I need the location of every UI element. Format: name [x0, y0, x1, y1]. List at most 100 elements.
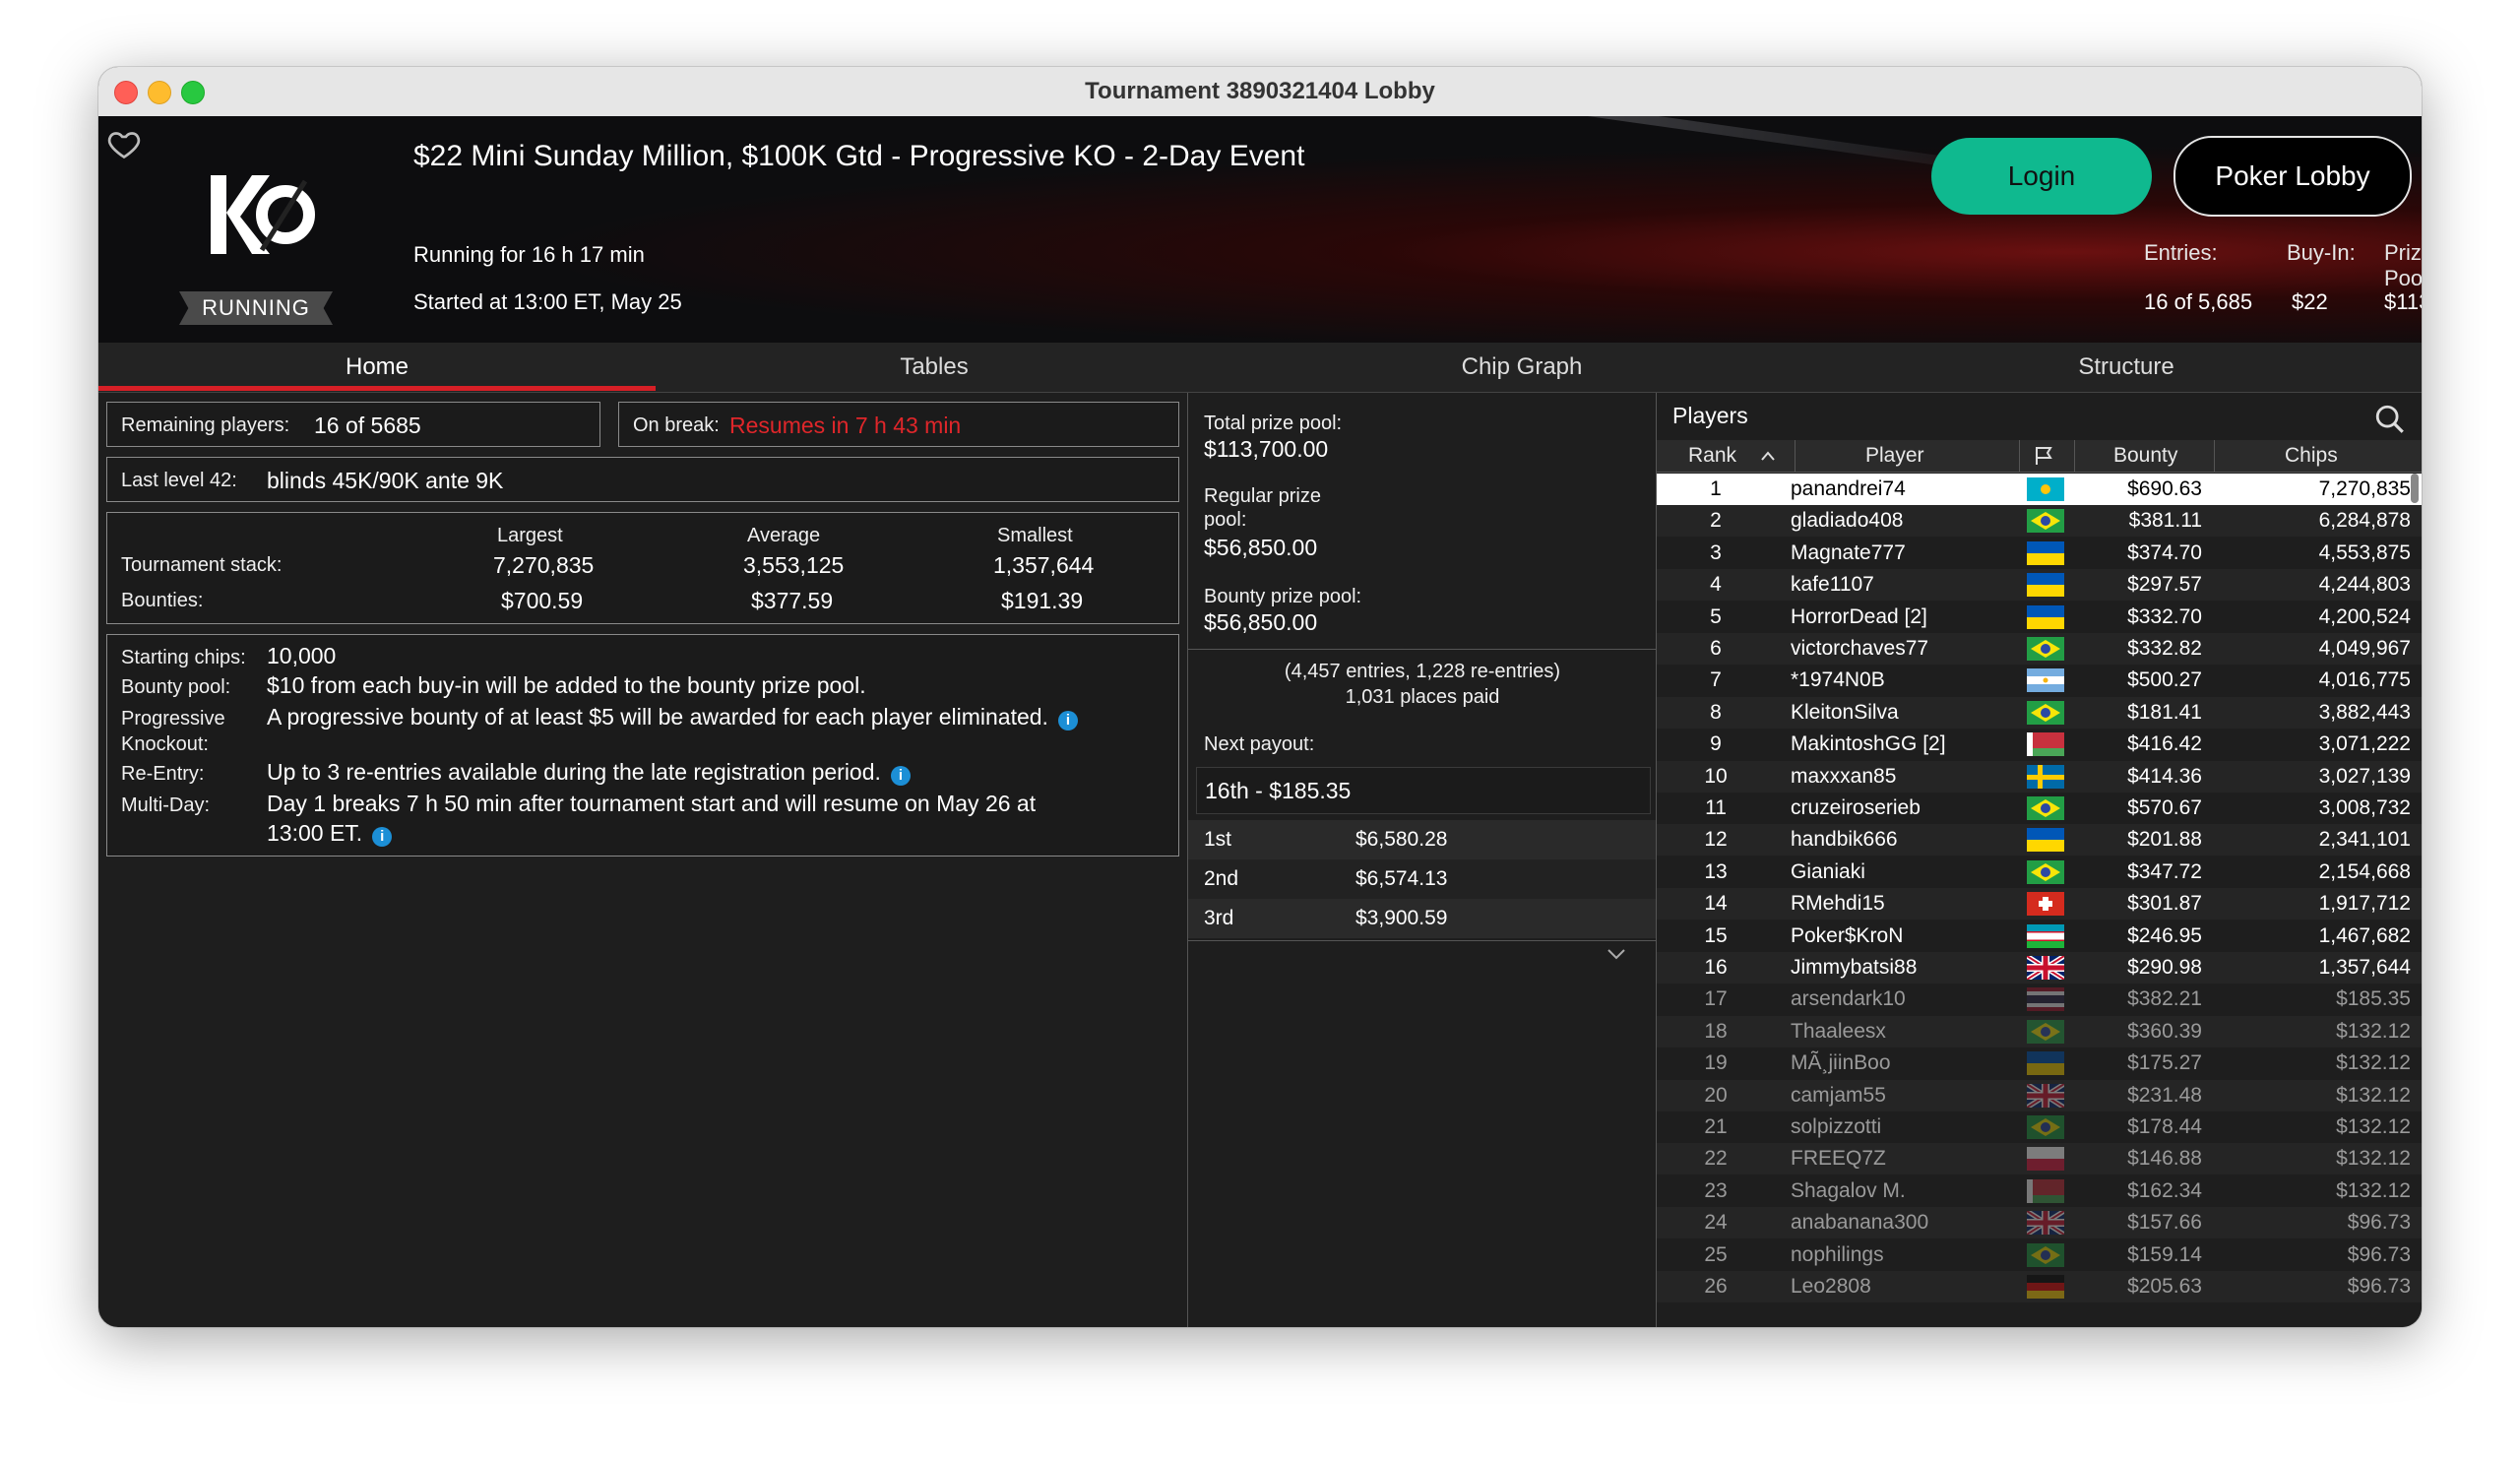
minimize-window-button[interactable] [148, 81, 171, 104]
player-bounty: $246.95 [2127, 923, 2202, 947]
tab-home[interactable]: Home [98, 343, 656, 392]
pko-value: A progressive bounty of at least $5 will… [267, 704, 1048, 730]
country-flag-icon [2027, 509, 2064, 534]
player-rank: 25 [1704, 1242, 1728, 1266]
last-level-value: blinds 45K/90K ante 9K [267, 468, 504, 493]
player-row[interactable]: 14 RMehdi15 $301.87 1,917,712 [1657, 888, 2422, 920]
flag-column-icon[interactable] [2033, 445, 2054, 467]
player-row[interactable]: 13 Gianiaki $347.72 2,154,668 [1657, 856, 2422, 888]
player-row[interactable]: 8 KleitonSilva $181.41 3,882,443 [1657, 696, 2422, 729]
country-flag-icon [2027, 1147, 2064, 1172]
col-rank[interactable]: Rank [1688, 440, 1736, 472]
player-row[interactable]: 20 camjam55 $231.48 $132.12 [1657, 1079, 2422, 1111]
favorite-heart-icon[interactable] [106, 126, 142, 161]
player-row[interactable]: 18 Thaaleesx $360.39 $132.12 [1657, 1015, 2422, 1047]
player-row[interactable]: 25 nophilings $159.14 $96.73 [1657, 1238, 2422, 1271]
last-level-box: Last level 42: blinds 45K/90K ante 9K [106, 457, 1179, 502]
player-row[interactable]: 19 MÃ¸jiinBoo $175.27 $132.12 [1657, 1047, 2422, 1080]
multiday-info-icon[interactable]: i [372, 826, 393, 847]
search-icon[interactable] [2373, 403, 2407, 436]
country-flag-icon [2027, 923, 2064, 948]
player-row[interactable]: 5 HorrorDead [2] $332.70 4,200,524 [1657, 601, 2422, 633]
player-bounty: $201.88 [2127, 828, 2202, 852]
player-row[interactable]: 17 arsendark10 $382.21 $185.35 [1657, 984, 2422, 1016]
bounty-label: Bounties: [121, 590, 204, 611]
players-scrollbar[interactable] [2411, 474, 2419, 503]
tab-chip-graph[interactable]: Chip Graph [1213, 343, 1831, 392]
player-rank: 21 [1704, 1115, 1728, 1138]
player-row[interactable]: 4 kafe1107 $297.57 4,244,803 [1657, 569, 2422, 602]
chevron-down-icon[interactable] [1606, 946, 1627, 962]
sort-asc-icon[interactable] [1759, 448, 1777, 464]
player-name: victorchaves77 [1791, 637, 1929, 660]
player-chips: 6,284,878 [2318, 509, 2411, 533]
break-status-box: On break: Resumes in 7 h 43 min [618, 402, 1179, 447]
payout-amount: $6,574.13 [1355, 867, 1448, 890]
player-chips: $132.12 [2336, 1115, 2411, 1138]
player-rank: 23 [1704, 1178, 1728, 1202]
lobby-tabs: Home Tables Chip Graph Structure [98, 343, 2422, 393]
player-row[interactable]: 23 Shagalov M. $162.34 $132.12 [1657, 1174, 2422, 1207]
player-rank: 3 [1710, 540, 1722, 564]
player-name: Leo2808 [1791, 1275, 1871, 1298]
player-name: *1974N0B [1791, 668, 1885, 692]
player-row[interactable]: 7 *1974N0B $500.27 4,016,775 [1657, 665, 2422, 697]
bounty-average: $377.59 [751, 588, 834, 613]
player-row[interactable]: 12 handbik666 $201.88 2,341,101 [1657, 824, 2422, 857]
player-row[interactable]: 1 panandrei74 $690.63 7,270,835 [1657, 474, 2422, 505]
player-row[interactable]: 11 cruzeiroserieb $570.67 3,008,732 [1657, 793, 2422, 824]
multiday-value-line2: 13:00 ET. [267, 820, 363, 846]
start-time: Started at 13:00 ET, May 25 [413, 289, 682, 314]
tab-structure[interactable]: Structure [1831, 343, 2422, 392]
player-rank: 14 [1704, 892, 1728, 916]
player-bounty: $381.11 [2128, 509, 2202, 533]
zoom-window-button[interactable] [181, 81, 205, 104]
players-panel: Players Rank Player Bounty Chips 1 panand… [1656, 393, 2422, 1327]
player-row[interactable]: 21 solpizzotti $178.44 $132.12 [1657, 1111, 2422, 1143]
total-prize-value: $113,700.00 [1204, 436, 1329, 462]
player-name: Gianiaki [1791, 859, 1865, 883]
col-bounty[interactable]: Bounty [2113, 440, 2177, 472]
player-rank: 6 [1710, 637, 1722, 660]
player-bounty: $414.36 [2127, 764, 2202, 788]
entries-value: 16 of 5,685 [2144, 289, 2253, 314]
poker-lobby-button[interactable]: Poker Lobby [2174, 136, 2412, 217]
multiday-label: Multi-Day: [121, 794, 211, 816]
col-player[interactable]: Player [1865, 440, 1924, 472]
entries-label: Entries: [2144, 240, 2218, 265]
player-row[interactable]: 15 Poker$KroN $246.95 1,467,682 [1657, 920, 2422, 952]
last-level-label: Last level 42: [121, 470, 237, 491]
player-rank: 10 [1704, 764, 1728, 788]
pko-label-line1: Progressive [121, 708, 225, 730]
col-chips[interactable]: Chips [2285, 440, 2338, 472]
player-bounty: $332.82 [2127, 637, 2202, 660]
player-row[interactable]: 22 FREEQ7Z $146.88 $132.12 [1657, 1143, 2422, 1175]
starting-chips-label: Starting chips: [121, 647, 246, 668]
player-row[interactable]: 6 victorchaves77 $332.82 4,049,967 [1657, 633, 2422, 665]
pko-info-icon[interactable]: i [1057, 710, 1078, 730]
player-row[interactable]: 16 Jimmybatsi88 $290.98 1,357,644 [1657, 952, 2422, 984]
break-label: On break: [633, 414, 720, 436]
prize-divider [1188, 649, 1657, 650]
player-row[interactable]: 26 Leo2808 $205.63 $96.73 [1657, 1271, 2422, 1302]
regular-prize-value: $56,850.00 [1204, 535, 1318, 560]
payout-row: 1st $6,580.28 [1188, 820, 1657, 859]
player-row[interactable]: 2 gladiado408 $381.11 6,284,878 [1657, 505, 2422, 538]
player-row[interactable]: 24 anabanana300 $157.66 $96.73 [1657, 1207, 2422, 1239]
player-name: Thaaleesx [1791, 1019, 1886, 1043]
reentry-info-icon[interactable]: i [890, 765, 911, 786]
payout-amount: $3,900.59 [1355, 907, 1448, 929]
tab-tables[interactable]: Tables [656, 343, 1213, 392]
reentry-line: Up to 3 re-entries available during the … [267, 759, 911, 786]
prizepool-label: Prize Pool: [2384, 240, 2422, 290]
player-name: Poker$KroN [1791, 923, 1904, 947]
player-chips: 3,882,443 [2318, 700, 2411, 724]
player-row[interactable]: 10 maxxxan85 $414.36 3,027,139 [1657, 760, 2422, 793]
player-rank: 12 [1704, 828, 1728, 852]
player-row[interactable]: 3 Magnate777 $374.70 4,553,875 [1657, 537, 2422, 569]
stack-largest: 7,270,835 [493, 552, 595, 578]
player-row[interactable]: 9 MakintoshGG [2] $416.42 3,071,222 [1657, 729, 2422, 761]
close-window-button[interactable] [114, 81, 138, 104]
remaining-players-value: 16 of 5685 [314, 413, 421, 438]
login-button[interactable]: Login [1931, 138, 2152, 215]
